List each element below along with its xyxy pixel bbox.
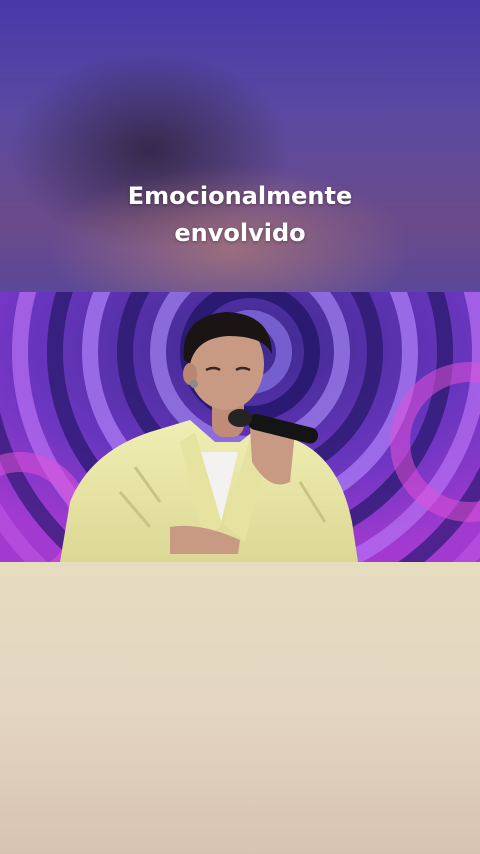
caption-line-1: Emocionalmente [127, 182, 353, 210]
singer-photo [0, 292, 480, 562]
microphone-head [228, 409, 252, 427]
caption-text: Emocionalmente envolvido [0, 178, 480, 252]
in-ear-monitor [190, 380, 198, 388]
video-frame [0, 292, 480, 562]
blurred-background-bottom [0, 562, 480, 854]
caption-line-2: envolvido [174, 219, 306, 247]
